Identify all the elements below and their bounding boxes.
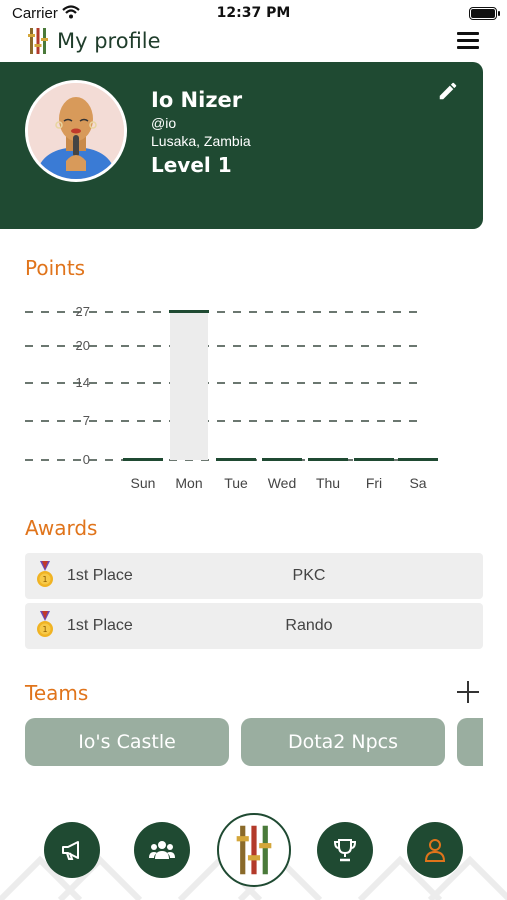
profile-handle: @io: [151, 115, 177, 131]
award-row[interactable]: 1 1st Place Rando: [25, 603, 483, 649]
points-chart: 27 20 14 7 0 Sun Mon Tue Wed Thu Fri Sa: [25, 304, 438, 491]
x-tick-label: Sun: [131, 475, 156, 491]
profile-card: Io Nizer @io Lusaka, Zambia Level 1: [0, 62, 483, 229]
nav-announcements-button[interactable]: [44, 822, 100, 878]
avatar-illustration: [28, 83, 124, 179]
app-logo-icon: [236, 825, 272, 875]
points-title: Points: [25, 256, 86, 280]
trophy-icon: [333, 839, 357, 862]
bar-cap-mon: [169, 310, 209, 313]
x-tick-label: Sa: [409, 475, 426, 491]
bar-cap-sa: [398, 458, 438, 461]
y-tick-label: 27: [76, 304, 90, 319]
teams-title: Teams: [25, 681, 89, 705]
hamburger-menu-icon[interactable]: [457, 32, 479, 50]
nav-home-button[interactable]: [217, 813, 291, 887]
teams-list[interactable]: Io's Castle Dota2 Npcs: [25, 718, 483, 768]
user-icon: [424, 839, 446, 862]
nav-community-button[interactable]: [134, 822, 190, 878]
bar-cap-fri: [354, 458, 394, 461]
x-tick-label: Wed: [268, 475, 297, 491]
clock: 12:37 PM: [216, 5, 291, 21]
nav-awards-button[interactable]: [317, 822, 373, 878]
app-header: My profile: [0, 26, 507, 58]
award-row[interactable]: 1 1st Place PKC: [25, 553, 483, 599]
profile-level: Level 1: [151, 153, 232, 177]
y-tick-label: 20: [76, 338, 90, 353]
awards-title: Awards: [25, 516, 98, 540]
avatar: [25, 80, 127, 182]
y-tick-label: 7: [83, 413, 90, 428]
pencil-icon[interactable]: [437, 80, 459, 102]
megaphone-icon: [62, 841, 79, 860]
bar-cap-tue: [216, 458, 256, 461]
team-card[interactable]: Io's Castle: [25, 718, 229, 766]
team-card[interactable]: [457, 718, 483, 766]
award-event: PKC: [292, 567, 326, 584]
group-icon: [149, 841, 175, 859]
battery-icon: [469, 7, 500, 20]
y-tick-label: 0: [83, 452, 90, 467]
status-bar: Carrier 12:37 PM: [0, 0, 507, 28]
x-tick-label: Tue: [224, 475, 248, 491]
x-tick-label: Thu: [316, 475, 340, 491]
add-team-button[interactable]: [457, 681, 479, 703]
bar-cap-sun: [123, 458, 163, 461]
page-title: My profile: [57, 29, 161, 53]
bar-cap-thu: [308, 458, 348, 461]
x-tick-label: Fri: [366, 475, 382, 491]
nav-profile-button[interactable]: [407, 822, 463, 878]
team-card[interactable]: Dota2 Npcs: [241, 718, 445, 766]
bar-cap-wed: [262, 458, 302, 461]
bar-mon: [170, 312, 208, 460]
x-tick-label: Mon: [175, 475, 202, 491]
y-tick-label: 14: [76, 375, 90, 390]
app-logo-icon: [28, 28, 48, 54]
profile-name: Io Nizer: [151, 88, 243, 112]
profile-location: Lusaka, Zambia: [151, 133, 251, 149]
award-event: Rando: [285, 617, 333, 634]
